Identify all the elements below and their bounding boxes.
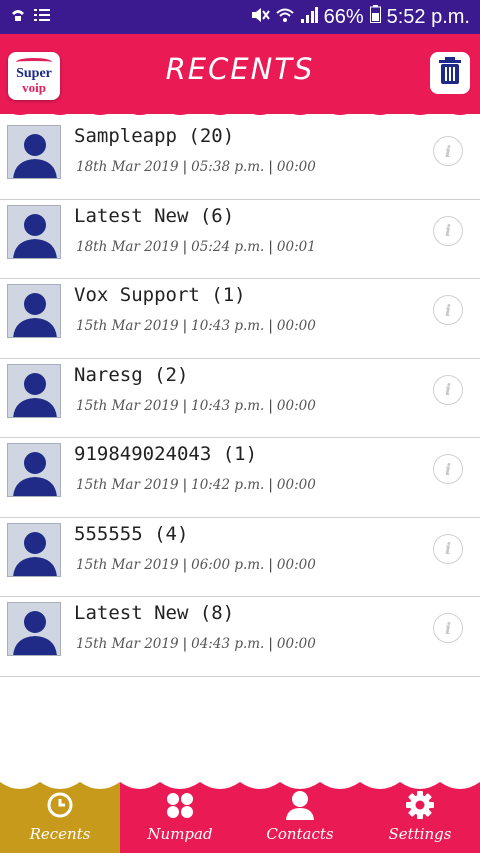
trash-icon xyxy=(438,57,462,89)
info-button[interactable]: i xyxy=(433,533,463,564)
avatar xyxy=(7,443,61,497)
call-duration: 00:00 xyxy=(276,318,316,334)
call-date: 18th Mar 2019 xyxy=(76,159,179,175)
call-row[interactable]: Vox Support (1) 15th Mar 2019 | 10:43 p.m.… xyxy=(0,279,480,359)
info-button[interactable]: i xyxy=(433,215,463,246)
call-date: 15th Mar 2019 xyxy=(76,318,179,334)
status-right: 66% 5:52 p.m. xyxy=(250,5,470,29)
mute-icon xyxy=(250,6,270,29)
call-duration: 00:00 xyxy=(276,397,316,414)
tab-numpad-label: Numpad xyxy=(147,825,213,843)
info-button[interactable]: i xyxy=(433,613,463,643)
wifi-icon xyxy=(275,6,294,29)
call-time: 06:00 p.m. xyxy=(191,556,265,573)
tab-settings-label: Settings xyxy=(388,825,452,843)
list-notification-icon xyxy=(34,8,50,26)
avatar xyxy=(7,602,61,656)
battery-percent: 66% xyxy=(323,5,364,28)
call-time: 10:43 p.m. xyxy=(191,397,265,414)
call-meta: 15th Mar 2019 | 10:43 p.m. | 00:00 xyxy=(76,318,316,334)
call-date: 15th Mar 2019 xyxy=(76,636,179,652)
call-meta: 15th Mar 2019 | 06:00 p.m. | 00:00 xyxy=(76,556,316,573)
avatar xyxy=(7,284,61,338)
call-time: 04:43 p.m. xyxy=(191,636,265,652)
call-meta: 18th Mar 2019 | 05:24 p.m. | 00:01 xyxy=(76,238,316,255)
call-duration: 00:01 xyxy=(276,238,316,255)
call-meta: 15th Mar 2019 | 04:43 p.m. | 00:00 xyxy=(76,636,316,652)
call-duration: 00:00 xyxy=(276,636,316,652)
contact-name: Sampleapp (20) xyxy=(74,125,235,147)
nav-wave xyxy=(0,780,480,789)
page-title: RECENTS xyxy=(165,52,315,86)
contact-name: 555555 (4) xyxy=(74,522,189,545)
avatar xyxy=(7,363,61,418)
call-duration: 00:00 xyxy=(276,477,316,493)
delete-all-button[interactable] xyxy=(430,52,470,94)
call-date: 15th Mar 2019 xyxy=(76,397,179,414)
info-button[interactable]: i xyxy=(433,374,463,405)
clock-time: 5:52 p.m. xyxy=(386,5,470,28)
call-row[interactable]: Latest New (8) 15th Mar 2019 | 04:43 p.m. |… xyxy=(0,597,480,677)
call-row[interactable]: Sampleapp (20) 18th Mar 2019 | 05:38 p.m. |… xyxy=(0,120,480,200)
contact-name: 919849024043 (1) xyxy=(74,443,258,465)
signal-icon xyxy=(300,6,318,29)
bottom-nav: Recents Numpad Contacts Settings xyxy=(0,780,480,853)
contact-name: Naresg (2) xyxy=(74,363,189,386)
tab-recents-label: Recents xyxy=(29,825,91,843)
call-time: 05:24 p.m. xyxy=(191,238,265,255)
call-row[interactable]: Latest New (6) 18th Mar 2019 | 05:24 p.m. |… xyxy=(0,199,480,279)
call-duration: 00:00 xyxy=(276,556,316,573)
avatar xyxy=(7,204,61,259)
call-meta: 15th Mar 2019 | 10:43 p.m. | 00:00 xyxy=(76,397,316,414)
call-time: 05:38 p.m. xyxy=(191,159,265,175)
call-row[interactable]: Naresg (2) 15th Mar 2019 | 10:43 p.m. | 00:0… xyxy=(0,358,480,438)
voip-status-icon xyxy=(10,7,26,27)
call-row[interactable]: 555555 (4) 15th Mar 2019 | 06:00 p.m. | 00:0… xyxy=(0,517,480,597)
header-wave xyxy=(0,100,480,115)
call-meta: 15th Mar 2019 | 10:42 p.m. | 00:00 xyxy=(76,477,316,493)
call-row[interactable]: 919849024043 (1) 15th Mar 2019 | 10:42 p.m… xyxy=(0,438,480,518)
call-date: 15th Mar 2019 xyxy=(76,556,179,573)
status-bar: 66% 5:52 p.m. xyxy=(0,0,480,34)
avatar xyxy=(7,522,61,577)
call-meta: 18th Mar 2019 | 05:38 p.m. | 00:00 xyxy=(76,159,316,175)
info-button[interactable]: i xyxy=(433,295,463,325)
status-left xyxy=(10,7,50,27)
call-duration: 00:00 xyxy=(276,159,316,175)
call-date: 15th Mar 2019 xyxy=(76,477,179,493)
contact-name: Latest New (8) xyxy=(74,602,235,624)
contact-name: Vox Support (1) xyxy=(74,284,246,306)
contact-name: Latest New (6) xyxy=(74,204,235,227)
avatar xyxy=(7,125,61,179)
recents-list: Sampleapp (20) 18th Mar 2019 | 05:38 p.m. |… xyxy=(0,120,480,677)
tab-contacts-label: Contacts xyxy=(266,825,334,843)
call-time: 10:42 p.m. xyxy=(191,477,265,493)
battery-icon xyxy=(369,5,381,29)
call-date: 18th Mar 2019 xyxy=(76,238,179,255)
call-time: 10:43 p.m. xyxy=(191,318,265,334)
info-button[interactable]: i xyxy=(433,454,463,484)
info-button[interactable]: i xyxy=(433,136,463,166)
